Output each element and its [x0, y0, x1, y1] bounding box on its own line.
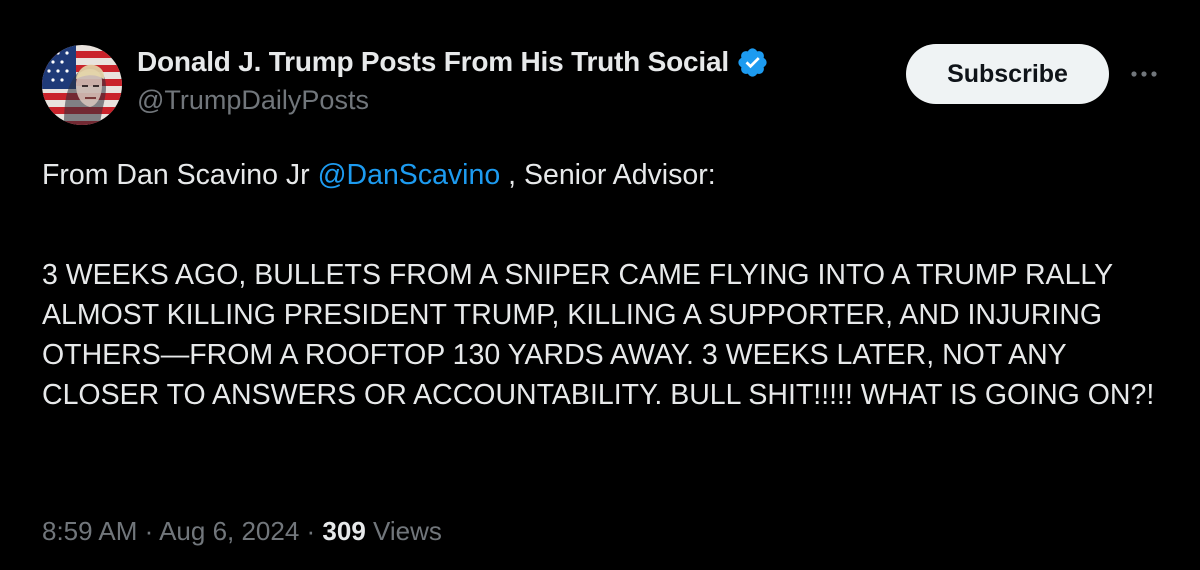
post-intro-line: From Dan Scavino Jr @DanScavino , Senior…	[42, 155, 1162, 195]
post-intro-prefix: From Dan Scavino Jr	[42, 159, 318, 191]
meta-separator: ·	[299, 516, 323, 546]
post-text: From Dan Scavino Jr @DanScavino , Senior…	[42, 155, 1162, 415]
avatar[interactable]	[42, 45, 122, 125]
post-intro-suffix: , Senior Advisor:	[500, 159, 716, 191]
author-display-name[interactable]: Donald J. Trump Posts From His Truth Soc…	[137, 46, 729, 78]
avatar-image	[42, 45, 122, 125]
mention-link[interactable]: @DanScavino	[318, 159, 501, 191]
post-body: 3 WEEKS AGO, BULLETS FROM A SNIPER CAME …	[42, 259, 1155, 411]
more-horizontal-icon	[1131, 71, 1157, 77]
meta-separator: ·	[137, 516, 160, 546]
author-name-row[interactable]: Donald J. Trump Posts From His Truth Soc…	[137, 44, 769, 80]
more-options-button[interactable]	[1124, 56, 1164, 92]
post-date[interactable]: Aug 6, 2024	[159, 516, 299, 546]
subscribe-button[interactable]: Subscribe	[906, 44, 1109, 104]
post-meta: 8:59 AM · Aug 6, 2024 · 309 Views	[42, 516, 442, 547]
verified-badge-icon	[738, 47, 767, 77]
views-count: 309	[322, 516, 366, 546]
post-time[interactable]: 8:59 AM	[42, 516, 137, 546]
views-label: Views	[365, 516, 442, 546]
author-handle[interactable]: @TrumpDailyPosts	[137, 85, 369, 116]
